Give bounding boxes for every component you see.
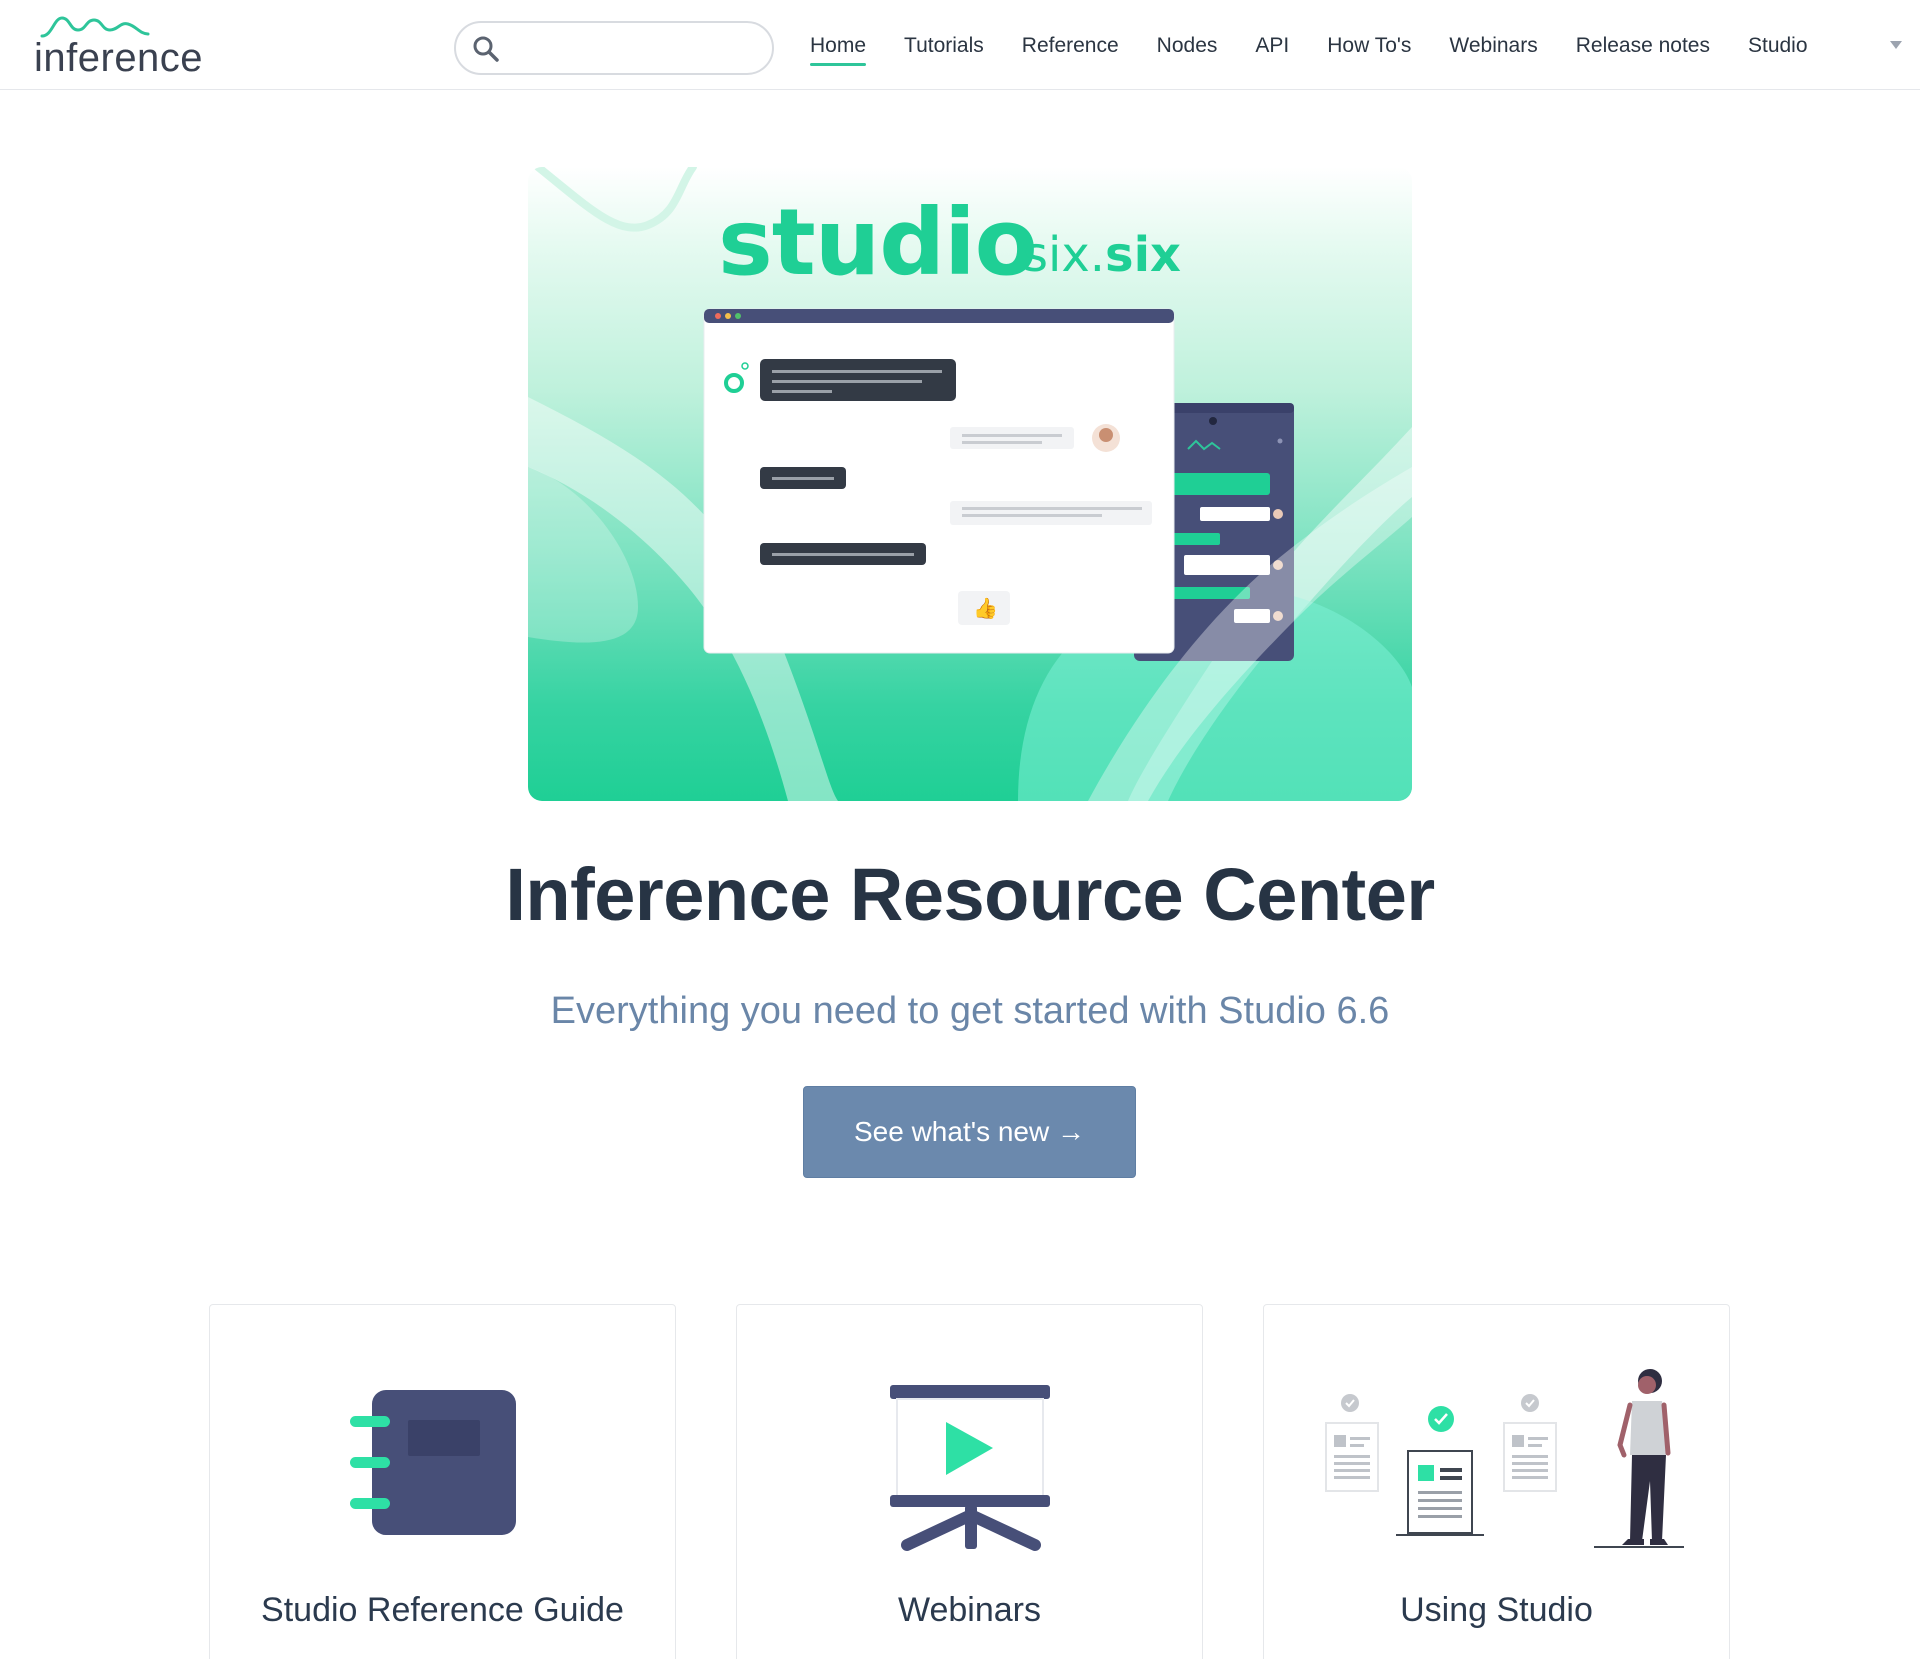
hero-studio-title: studio [718,189,1038,296]
logo-text: inference [34,36,204,80]
inference-logo[interactable]: inference [34,12,204,80]
main-nav: Home Tutorials Reference Nodes API How T… [810,0,1820,90]
hero-version-suffix: six [1105,227,1181,283]
chevron-down-icon[interactable] [1890,41,1902,49]
presentation-play-icon [890,1385,1050,1551]
card-title: Studio Reference Guide [261,1591,624,1629]
search-icon [473,36,499,62]
page-title: Inference Resource Center [505,853,1435,936]
see-whats-new-button[interactable]: See what's new → [803,1086,1136,1178]
hero-banner: 👍 studio six.six [528,167,1412,801]
search-box[interactable] [454,21,774,75]
person-documents-icon [1325,1369,1684,1548]
nav-api[interactable]: API [1255,0,1289,90]
nav-release-notes[interactable]: Release notes [1576,0,1710,90]
hero-version-prefix: six. [1023,227,1106,283]
nav-studio-dropdown[interactable]: Studio [1748,0,1808,90]
nav-tutorials[interactable]: Tutorials [904,0,984,90]
svg-text:👍: 👍 [973,596,998,620]
card-webinars[interactable]: Webinars [736,1304,1203,1659]
search-input[interactable] [508,31,758,65]
nav-reference[interactable]: Reference [1022,0,1119,90]
card-title: Webinars [898,1591,1041,1629]
hero-version: six.six [1023,227,1181,283]
nav-webinars[interactable]: Webinars [1449,0,1537,90]
card-title: Using Studio [1400,1591,1593,1629]
card-using-studio[interactable]: Using Studio [1263,1304,1730,1659]
nav-how-tos[interactable]: How To's [1327,0,1411,90]
notebook-icon [350,1390,516,1535]
nav-home[interactable]: Home [810,0,867,90]
top-header: inference Home Tutorials Reference Nodes… [0,0,1920,90]
page-subtitle: Everything you need to get started with … [550,990,1390,1032]
nav-nodes[interactable]: Nodes [1157,0,1218,90]
card-studio-reference-guide[interactable]: Studio Reference Guide [209,1304,676,1659]
